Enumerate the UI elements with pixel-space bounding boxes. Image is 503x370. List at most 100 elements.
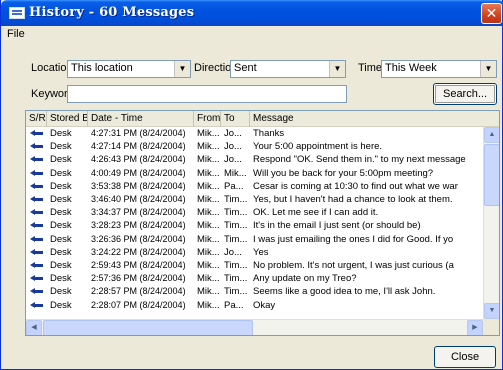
- vertical-scrollbar[interactable]: ▲ ▼: [483, 127, 499, 319]
- sent-arrow-icon: [30, 275, 44, 282]
- time-label: Time: [358, 62, 383, 74]
- message-list-icon: [9, 7, 25, 19]
- vertical-scroll-thumb[interactable]: [484, 144, 499, 206]
- chevron-down-icon[interactable]: ▼: [174, 61, 190, 77]
- table-row[interactable]: Desk 3:28:23 PM (8/24/2004) Mik... Tim... It…: [26, 219, 483, 232]
- to-cell: Tim...: [224, 260, 248, 271]
- from-cell: Mik...: [197, 273, 220, 285]
- from-cell: Mik...: [197, 260, 220, 271]
- to-cell: Jo...: [224, 154, 242, 166]
- column-header-sr[interactable]: S/R: [26, 111, 47, 127]
- column-header-message[interactable]: Message: [250, 111, 499, 127]
- date-time-cell: 3:53:38 PM (8/24/2004): [91, 180, 186, 191]
- scroll-down-icon[interactable]: ▼: [484, 303, 499, 319]
- table-row[interactable]: Desk 3:46:40 PM (8/24/2004) Mik... Tim... Ye…: [26, 193, 483, 206]
- table-row[interactable]: Desk 3:34:37 PM (8/24/2004) Mik... Tim... OK…: [26, 206, 483, 219]
- to-cell: Tim...: [224, 273, 248, 285]
- message-cell: Any update on my Treo?: [253, 273, 357, 285]
- sr-cell: [26, 219, 47, 232]
- from-cell: Mik...: [197, 141, 220, 153]
- message-table[interactable]: S/R Stored By Date - Time From To Messag…: [25, 110, 500, 336]
- to-cell: Jo...: [224, 128, 242, 139]
- date-time-cell: 3:26:36 PM (8/24/2004): [91, 233, 186, 244]
- table-row[interactable]: Desk 4:00:49 PM (8/24/2004) Mik... Mik... Wi…: [26, 167, 483, 180]
- table-row[interactable]: Desk 4:27:14 PM (8/24/2004) Mik... Jo... You…: [26, 140, 483, 153]
- scrollbar-corner: [483, 319, 499, 335]
- column-header-to[interactable]: To: [221, 111, 250, 127]
- message-cell: Thanks: [253, 128, 285, 139]
- location-select[interactable]: This location ▼: [67, 60, 191, 78]
- from-cell: Mik...: [197, 286, 220, 298]
- stored-by-cell: Desk: [50, 154, 72, 166]
- stored-by-cell: Desk: [50, 286, 72, 298]
- stored-by-cell: Desk: [50, 194, 72, 205]
- table-row[interactable]: Desk 2:28:57 PM (8/24/2004) Mik... Tim... Se…: [26, 285, 483, 298]
- to-cell: Tim...: [224, 286, 248, 298]
- from-cell: Mik...: [197, 154, 220, 166]
- sent-arrow-icon: [30, 169, 44, 177]
- title-bar[interactable]: History - 60 Messages ✕: [1, 0, 503, 26]
- stored-by-cell: Desk: [50, 207, 72, 219]
- direction-select[interactable]: Sent ▼: [230, 60, 346, 78]
- close-button-label: Close: [450, 351, 480, 363]
- time-value: This Week: [385, 62, 437, 74]
- search-button[interactable]: Search...: [433, 83, 497, 105]
- date-time-cell: 4:26:43 PM (8/24/2004): [91, 154, 186, 165]
- table-row[interactable]: Desk 3:24:22 PM (8/24/2004) Mik... Jo... Yes: [26, 246, 483, 259]
- scroll-right-icon[interactable]: ▶: [467, 320, 483, 335]
- stored-by-cell: Desk: [50, 128, 72, 139]
- scroll-up-icon[interactable]: ▲: [484, 127, 499, 143]
- table-row[interactable]: Desk 3:26:36 PM (8/24/2004) Mik... Tim... I …: [26, 233, 483, 246]
- scroll-left-icon[interactable]: ◀: [26, 320, 42, 335]
- sent-arrow-icon: [30, 222, 44, 229]
- sent-arrow-icon: [30, 209, 44, 216]
- chevron-down-icon[interactable]: ▼: [480, 61, 496, 77]
- keyword-input[interactable]: [67, 85, 347, 103]
- table-row[interactable]: Desk 2:28:07 PM (8/24/2004) Mik... Pa... Oka…: [26, 299, 483, 312]
- close-button[interactable]: Close: [434, 346, 496, 368]
- window-title: History - 60 Messages: [29, 5, 195, 20]
- column-header-stored-by[interactable]: Stored By: [47, 111, 88, 127]
- message-cell: Cesar is coming at 10:30 to find out wha…: [253, 180, 458, 192]
- menu-file[interactable]: File: [7, 28, 25, 40]
- table-body: Desk 4:27:31 PM (8/24/2004) Mik... Jo... Tha…: [26, 127, 483, 319]
- horizontal-scroll-thumb[interactable]: [43, 320, 253, 335]
- sent-arrow-icon: [30, 288, 44, 295]
- horizontal-scrollbar[interactable]: ◀ ▶: [26, 319, 483, 335]
- sr-cell: [26, 180, 47, 193]
- from-cell: Mik...: [197, 220, 220, 232]
- sr-cell: [26, 206, 47, 219]
- to-cell: Pa...: [224, 299, 244, 311]
- sr-cell: [26, 140, 47, 153]
- table-row[interactable]: Desk 2:57:36 PM (8/24/2004) Mik... Tim... An…: [26, 272, 483, 285]
- sent-arrow-icon: [30, 143, 44, 150]
- table-row[interactable]: Desk 4:26:43 PM (8/24/2004) Mik... Jo... Res…: [26, 153, 483, 166]
- table-row[interactable]: Desk 4:27:31 PM (8/24/2004) Mik... Jo... Tha…: [26, 127, 483, 140]
- date-time-cell: 2:28:07 PM (8/24/2004): [91, 299, 186, 310]
- sent-arrow-icon: [30, 130, 44, 137]
- date-time-cell: 3:28:23 PM (8/24/2004): [91, 220, 186, 231]
- from-cell: Mik...: [197, 194, 220, 205]
- to-cell: Mik...: [224, 167, 247, 179]
- column-header-date-time[interactable]: Date - Time: [88, 111, 194, 127]
- time-select[interactable]: This Week ▼: [381, 60, 497, 78]
- table-header: S/R Stored By Date - Time From To Messag…: [26, 111, 499, 127]
- table-row[interactable]: Desk 3:53:38 PM (8/24/2004) Mik... Pa... Ces…: [26, 180, 483, 193]
- window-close-button[interactable]: ✕: [481, 3, 502, 24]
- stored-by-cell: Desk: [50, 220, 72, 232]
- from-cell: Mik...: [197, 207, 220, 219]
- table-row[interactable]: Desk 2:59:43 PM (8/24/2004) Mik... Tim... No…: [26, 259, 483, 272]
- date-time-cell: 4:00:49 PM (8/24/2004): [91, 167, 186, 178]
- stored-by-cell: Desk: [50, 260, 72, 271]
- message-cell: Your 5:00 appointment is here.: [253, 141, 383, 153]
- to-cell: Tim...: [224, 220, 248, 232]
- stored-by-cell: Desk: [50, 299, 72, 311]
- message-cell: OK. Let me see if I can add it.: [253, 207, 379, 219]
- menu-bar: File: [1, 26, 503, 44]
- chevron-down-icon[interactable]: ▼: [329, 61, 345, 77]
- message-cell: Yes: [253, 246, 269, 258]
- column-header-from[interactable]: From: [194, 111, 221, 127]
- search-button-label: Search...: [442, 88, 488, 100]
- sent-arrow-icon: [30, 196, 44, 203]
- stored-by-cell: Desk: [50, 246, 72, 258]
